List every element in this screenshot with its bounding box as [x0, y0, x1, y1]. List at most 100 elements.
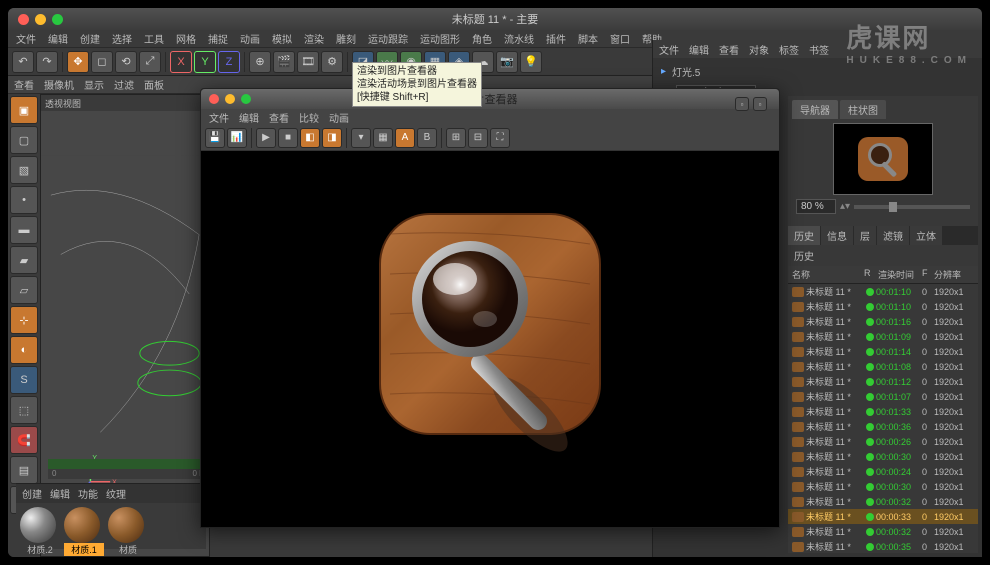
pv-layout1-button[interactable]: ⊞: [446, 128, 466, 148]
menu-item[interactable]: 工具: [144, 31, 164, 46]
history-tab[interactable]: 立体: [910, 226, 942, 245]
menu-item[interactable]: 雕刻: [336, 31, 356, 46]
axis-y-button[interactable]: Y: [194, 51, 216, 73]
poly-mode[interactable]: ▰: [10, 246, 38, 274]
attr-menu-item[interactable]: 查看: [719, 42, 739, 57]
zoom-input[interactable]: [796, 199, 836, 214]
undo-button[interactable]: ↶: [12, 51, 34, 73]
pv-menu-item[interactable]: 文件: [209, 110, 229, 125]
uv-mode[interactable]: ▱: [10, 276, 38, 304]
redo-button[interactable]: ↷: [36, 51, 58, 73]
magnet-tool[interactable]: 🧲: [10, 426, 38, 454]
attr-menu-item[interactable]: 编辑: [689, 42, 709, 57]
history-row[interactable]: 未标题 11 * 00:00:30 0 1920x1: [788, 449, 978, 464]
texture-mode[interactable]: ▧: [10, 156, 38, 184]
history-row[interactable]: 未标题 11 * 00:01:07 0 1920x1: [788, 389, 978, 404]
camera-tool[interactable]: 📷: [496, 51, 518, 73]
history-tab[interactable]: 历史: [788, 226, 820, 245]
history-tab[interactable]: 滤镜: [877, 226, 909, 245]
scale-tool[interactable]: ⤢: [139, 51, 161, 73]
tweak-mode[interactable]: ◐: [10, 336, 38, 364]
model-mode[interactable]: ▣: [10, 96, 38, 124]
navigator-preview[interactable]: [833, 123, 933, 195]
submenu-item[interactable]: 过滤: [114, 77, 134, 92]
pv-panel-toggle1[interactable]: ▫: [735, 97, 749, 111]
render-pv-button[interactable]: 🎞: [297, 51, 319, 73]
history-row[interactable]: 未标题 11 * 00:01:10 0 1920x1: [788, 299, 978, 314]
menu-item[interactable]: 运动跟踪: [368, 31, 408, 46]
history-row[interactable]: 未标题 11 * 00:00:24 0 1920x1: [788, 464, 978, 479]
menu-item[interactable]: 网格: [176, 31, 196, 46]
pv-compare-button[interactable]: ◧: [300, 128, 320, 148]
edge-mode[interactable]: ▬: [10, 216, 38, 244]
pv-fullscreen-button[interactable]: ⛶: [490, 128, 510, 148]
snap-button[interactable]: S: [10, 366, 38, 394]
history-row[interactable]: 未标题 11 * 00:00:33 0 1920x1: [788, 509, 978, 524]
select-tool[interactable]: ◻: [91, 51, 113, 73]
zoom-stepper-icon[interactable]: ▴▾: [840, 201, 850, 212]
pv-ab-button[interactable]: ◨: [322, 128, 342, 148]
history-row[interactable]: 未标题 11 * 00:00:36 0 1920x1: [788, 419, 978, 434]
timeline[interactable]: 0 0 F: [48, 459, 208, 479]
submenu-item[interactable]: 面板: [144, 77, 164, 92]
history-row[interactable]: 未标题 11 * 00:01:33 0 1920x1: [788, 404, 978, 419]
close-icon[interactable]: [18, 14, 29, 25]
pv-filter-button[interactable]: ▾: [351, 128, 371, 148]
render-preview[interactable]: [201, 151, 779, 527]
enable-axis[interactable]: ⊹: [10, 306, 38, 334]
rotate-tool[interactable]: ⟲: [115, 51, 137, 73]
menu-item[interactable]: 窗口: [610, 31, 630, 46]
pv-layout2-button[interactable]: ⊟: [468, 128, 488, 148]
menu-item[interactable]: 脚本: [578, 31, 598, 46]
history-row[interactable]: 未标题 11 * 00:00:30 0 1920x1: [788, 479, 978, 494]
history-row[interactable]: 未标题 11 * 00:01:08 0 1920x1: [788, 359, 978, 374]
axis-x-button[interactable]: X: [170, 51, 192, 73]
pv-menu-item[interactable]: 编辑: [239, 110, 259, 125]
navigator-tab[interactable]: 导航器: [792, 100, 838, 119]
attr-menu-item[interactable]: 文件: [659, 42, 679, 57]
attr-menu-item[interactable]: 标签: [779, 42, 799, 57]
pv-menu-item[interactable]: 查看: [269, 110, 289, 125]
history-row[interactable]: 未标题 11 * 00:00:35 0 1920x1: [788, 539, 978, 554]
history-row[interactable]: 未标题 11 * 00:00:26 0 1920x1: [788, 434, 978, 449]
object-mode[interactable]: ▢: [10, 126, 38, 154]
material-tab[interactable]: 功能: [78, 486, 98, 501]
attr-menu-item[interactable]: 对象: [749, 42, 769, 57]
pv-menu-item[interactable]: 比较: [299, 110, 319, 125]
menu-item[interactable]: 渲染: [304, 31, 324, 46]
history-row[interactable]: 未标题 11 * 00:00:32 0 1920x1: [788, 524, 978, 539]
pv-a-button[interactable]: A: [395, 128, 415, 148]
light-object[interactable]: 灯光.5: [672, 64, 700, 79]
menu-item[interactable]: 动画: [240, 31, 260, 46]
material-tab[interactable]: 编辑: [50, 486, 70, 501]
submenu-item[interactable]: 摄像机: [44, 77, 74, 92]
minimize-icon[interactable]: [35, 14, 46, 25]
menu-item[interactable]: 模拟: [272, 31, 292, 46]
menu-item[interactable]: 创建: [80, 31, 100, 46]
histogram-tab[interactable]: 柱状图: [840, 100, 886, 119]
point-mode[interactable]: •: [10, 186, 38, 214]
render-settings-button[interactable]: ⚙: [321, 51, 343, 73]
menu-item[interactable]: 流水线: [504, 31, 534, 46]
history-tab[interactable]: 信息: [821, 226, 853, 245]
history-tab[interactable]: 层: [854, 226, 876, 245]
menu-item[interactable]: 文件: [16, 31, 36, 46]
menu-item[interactable]: 编辑: [48, 31, 68, 46]
brush-tool[interactable]: ▤: [10, 456, 38, 484]
attr-menu-item[interactable]: 书签: [809, 42, 829, 57]
maximize-icon[interactable]: [52, 14, 63, 25]
pv-channel-button[interactable]: ▦: [373, 128, 393, 148]
pv-stop-button[interactable]: ■: [278, 128, 298, 148]
submenu-item[interactable]: 查看: [14, 77, 34, 92]
submenu-item[interactable]: 显示: [84, 77, 104, 92]
pv-b-button[interactable]: B: [417, 128, 437, 148]
pv-menu-item[interactable]: 动画: [329, 110, 349, 125]
pv-panel-toggle2[interactable]: ▫: [753, 97, 767, 111]
coord-button[interactable]: ⊕: [249, 51, 271, 73]
menu-item[interactable]: 角色: [472, 31, 492, 46]
axis-z-button[interactable]: Z: [218, 51, 240, 73]
material-item[interactable]: 材质.1: [64, 507, 104, 556]
menu-item[interactable]: 捕捉: [208, 31, 228, 46]
material-tab[interactable]: 创建: [22, 486, 42, 501]
history-row[interactable]: 未标题 11 * 00:01:10 0 1920x1: [788, 284, 978, 299]
